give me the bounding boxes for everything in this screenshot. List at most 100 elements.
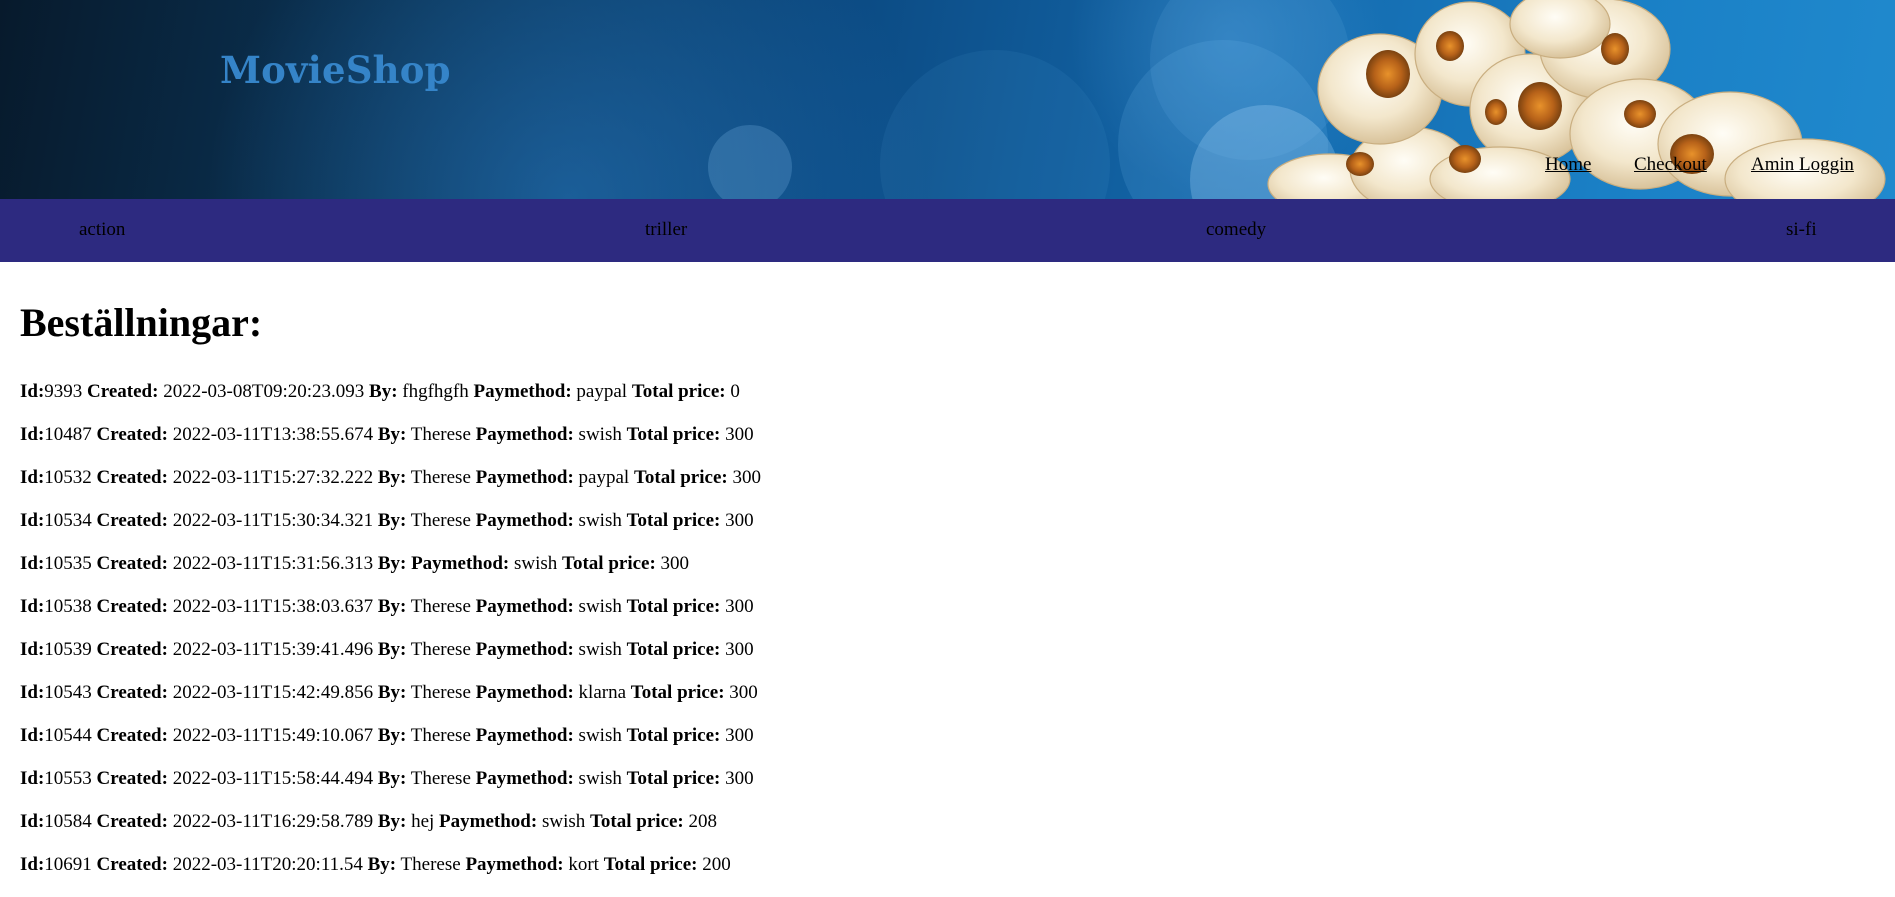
site-header: MovieShop Home Checkout Amin Loggin bbox=[0, 0, 1895, 199]
order-paymethod-label: Paymethod: bbox=[473, 381, 572, 402]
order-created: 2022-03-11T13:38:55.674 bbox=[172, 424, 374, 445]
order-paymethod-label: Paymethod: bbox=[465, 854, 564, 875]
order-created-label: Created: bbox=[96, 811, 168, 832]
order-created: 2022-03-11T15:42:49.856 bbox=[172, 682, 374, 703]
order-paymethod: swish bbox=[578, 424, 622, 445]
order-paymethod: klarna bbox=[578, 682, 627, 703]
order-id-label: Id: bbox=[20, 811, 45, 832]
order-row: Id:10535 Created: 2022-03-11T15:31:56.31… bbox=[20, 553, 761, 596]
order-id: 9393 bbox=[44, 381, 83, 402]
order-paymethod-label: Paymethod: bbox=[475, 725, 574, 746]
order-total: 0 bbox=[730, 381, 740, 402]
order-row: Id:10543 Created: 2022-03-11T15:42:49.85… bbox=[20, 682, 761, 725]
category-triller[interactable]: triller bbox=[645, 219, 687, 241]
order-total: 300 bbox=[725, 725, 754, 746]
order-total: 300 bbox=[732, 467, 761, 488]
order-created-label: Created: bbox=[96, 768, 168, 789]
order-created-label: Created: bbox=[96, 467, 168, 488]
order-by: Therese bbox=[410, 596, 471, 617]
order-id-label: Id: bbox=[20, 510, 45, 531]
order-row: Id:10584 Created: 2022-03-11T16:29:58.78… bbox=[20, 811, 761, 854]
order-total-label: Total price: bbox=[626, 424, 721, 445]
order-paymethod: paypal bbox=[576, 381, 628, 402]
order-by: Therese bbox=[410, 467, 471, 488]
order-created: 2022-03-11T15:30:34.321 bbox=[172, 510, 374, 531]
order-paymethod: swish bbox=[578, 725, 622, 746]
order-total: 200 bbox=[702, 854, 731, 875]
order-row: Id:10487 Created: 2022-03-11T13:38:55.67… bbox=[20, 424, 761, 467]
order-created: 2022-03-11T15:38:03.637 bbox=[172, 596, 374, 617]
order-created: 2022-03-11T15:58:44.494 bbox=[172, 768, 374, 789]
order-paymethod-label: Paymethod: bbox=[475, 467, 574, 488]
order-id: 10544 bbox=[44, 725, 92, 746]
order-paymethod-label: Paymethod: bbox=[475, 639, 574, 660]
order-created: 2022-03-11T15:31:56.313 bbox=[172, 553, 374, 574]
order-id: 10535 bbox=[44, 553, 92, 574]
nav-link-admin-login[interactable]: Amin Loggin bbox=[1751, 154, 1854, 176]
order-by: fhgfhgfh bbox=[402, 381, 469, 402]
order-paymethod-label: Paymethod: bbox=[475, 510, 574, 531]
order-row: Id:10534 Created: 2022-03-11T15:30:34.32… bbox=[20, 510, 761, 553]
order-row: Id:10538 Created: 2022-03-11T15:38:03.63… bbox=[20, 596, 761, 639]
order-row: Id:9393 Created: 2022-03-08T09:20:23.093… bbox=[20, 381, 761, 424]
order-id-label: Id: bbox=[20, 639, 45, 660]
category-action[interactable]: action bbox=[79, 219, 125, 241]
order-id: 10534 bbox=[44, 510, 92, 531]
order-by-label: By: bbox=[367, 854, 397, 875]
order-total: 300 bbox=[725, 768, 754, 789]
order-total: 300 bbox=[660, 553, 690, 574]
order-id: 10584 bbox=[44, 811, 92, 832]
order-paymethod: swish bbox=[578, 596, 622, 617]
order-row: Id:10539 Created: 2022-03-11T15:39:41.49… bbox=[20, 639, 761, 682]
order-by-label: By: bbox=[377, 682, 407, 703]
order-total: 300 bbox=[725, 510, 754, 531]
order-by: Therese bbox=[410, 725, 471, 746]
order-created-label: Created: bbox=[96, 596, 168, 617]
order-paymethod: swish bbox=[541, 811, 586, 832]
order-id: 10539 bbox=[44, 639, 92, 660]
order-by: Therese bbox=[410, 682, 471, 703]
order-created-label: Created: bbox=[96, 553, 168, 574]
order-id-label: Id: bbox=[20, 682, 45, 703]
nav-link-checkout[interactable]: Checkout bbox=[1634, 154, 1707, 176]
top-nav: Home Checkout Amin Loggin bbox=[0, 154, 1895, 184]
bokeh-light bbox=[1190, 105, 1340, 199]
order-created: 2022-03-11T15:27:32.222 bbox=[172, 467, 374, 488]
order-paymethod-label: Paymethod: bbox=[439, 811, 538, 832]
order-paymethod: paypal bbox=[578, 467, 630, 488]
order-created-label: Created: bbox=[96, 424, 168, 445]
order-created-label: Created: bbox=[87, 381, 159, 402]
order-total-label: Total price: bbox=[626, 510, 721, 531]
order-id-label: Id: bbox=[20, 381, 45, 402]
order-by: hej bbox=[411, 811, 435, 832]
page-title: Beställningar: bbox=[20, 300, 263, 345]
order-paymethod: swish bbox=[578, 639, 622, 660]
category-si-fi[interactable]: si-fi bbox=[1786, 219, 1817, 241]
order-by-label: By: bbox=[377, 639, 407, 660]
order-row: Id:10553 Created: 2022-03-11T15:58:44.49… bbox=[20, 768, 761, 811]
order-total-label: Total price: bbox=[626, 768, 721, 789]
order-by-label: By: bbox=[377, 596, 407, 617]
order-total: 208 bbox=[688, 811, 718, 832]
order-row: Id:10532 Created: 2022-03-11T15:27:32.22… bbox=[20, 467, 761, 510]
order-created-label: Created: bbox=[96, 639, 168, 660]
order-created-label: Created: bbox=[96, 510, 168, 531]
order-id-label: Id: bbox=[20, 553, 45, 574]
orders-list: Id:9393 Created: 2022-03-08T09:20:23.093… bbox=[20, 381, 761, 897]
order-id-label: Id: bbox=[20, 467, 45, 488]
order-paymethod: swish bbox=[578, 510, 622, 531]
order-created: 2022-03-11T16:29:58.789 bbox=[172, 811, 374, 832]
order-created: 2022-03-11T15:39:41.496 bbox=[172, 639, 374, 660]
order-total-label: Total price: bbox=[590, 811, 684, 832]
order-paymethod-label: Paymethod: bbox=[411, 553, 510, 574]
order-created: 2022-03-08T09:20:23.093 bbox=[163, 381, 365, 402]
site-logo[interactable]: MovieShop bbox=[220, 48, 451, 92]
order-paymethod: swish bbox=[578, 768, 622, 789]
nav-link-home[interactable]: Home bbox=[1545, 154, 1591, 176]
order-by-label: By: bbox=[377, 424, 407, 445]
order-total-label: Total price: bbox=[630, 682, 725, 703]
order-total: 300 bbox=[725, 639, 754, 660]
order-id: 10691 bbox=[44, 854, 92, 875]
order-total-label: Total price: bbox=[603, 854, 698, 875]
category-comedy[interactable]: comedy bbox=[1206, 219, 1266, 241]
